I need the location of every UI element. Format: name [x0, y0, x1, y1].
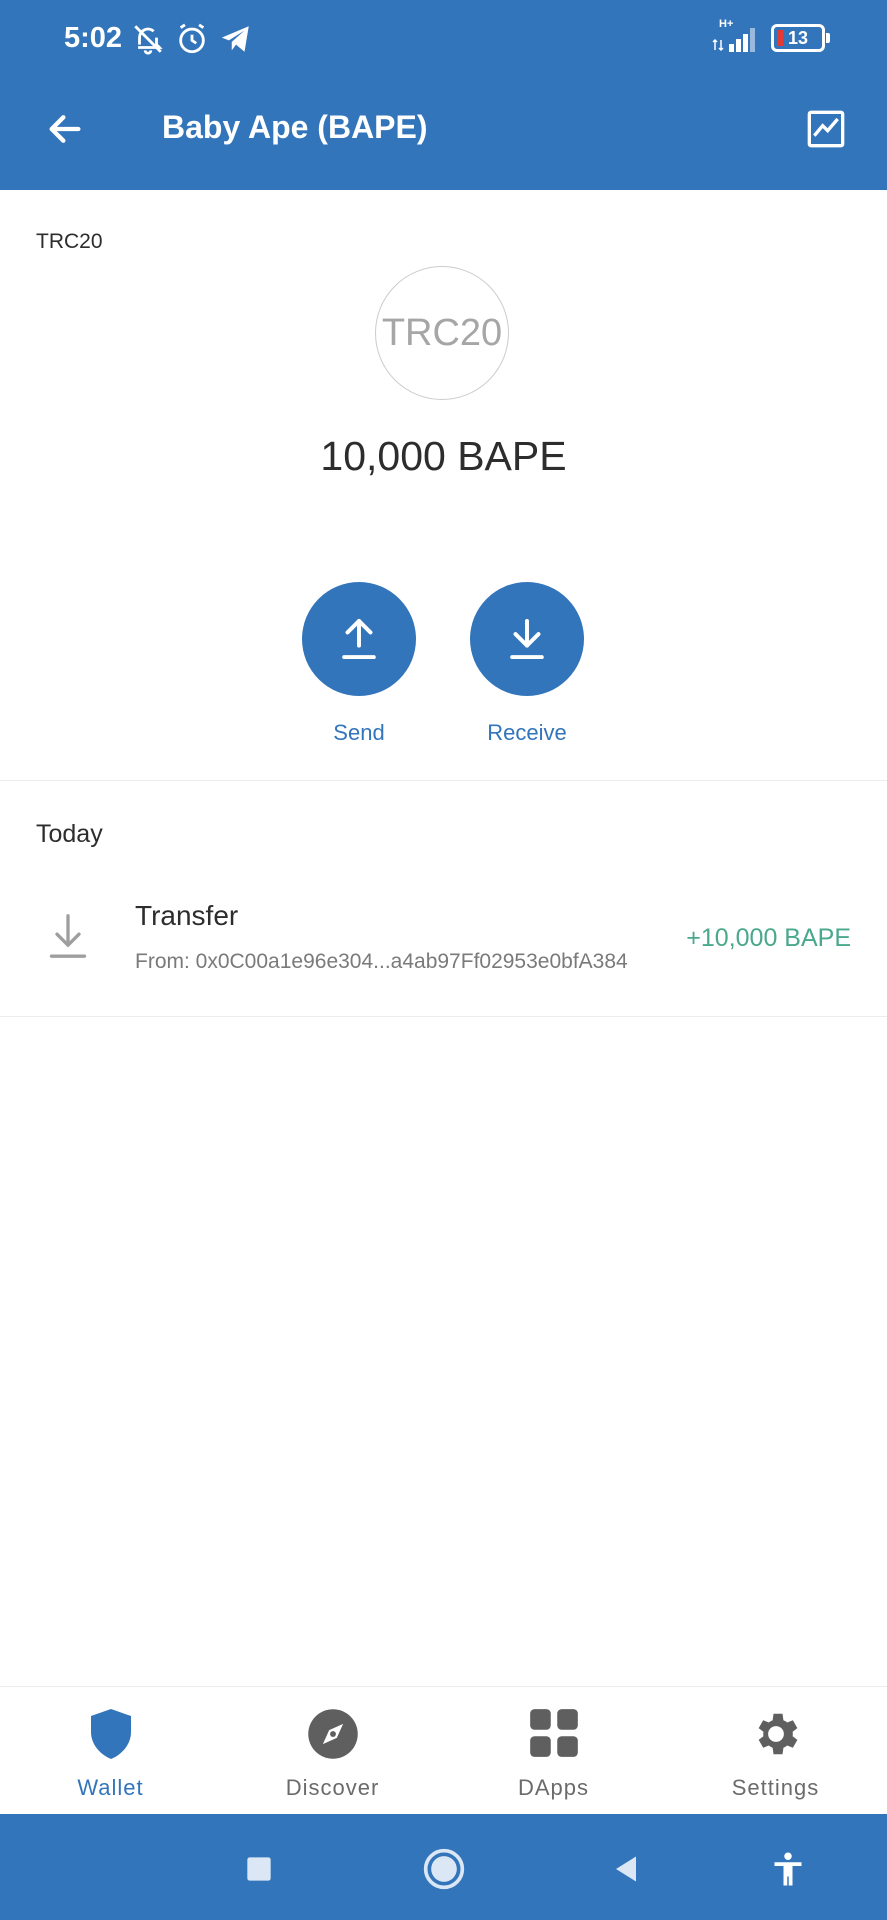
section-divider: [0, 780, 887, 781]
chart-icon: [807, 110, 845, 148]
incoming-transfer-icon: [49, 914, 87, 958]
history-date-header: Today: [36, 820, 103, 848]
home-button[interactable]: [419, 1844, 469, 1894]
send-label: Send: [333, 720, 385, 745]
circle-home-icon: [423, 1848, 465, 1890]
token-logo: TRC20: [375, 266, 509, 400]
transaction-row[interactable]: Transfer From: 0x0C00a1e96e304...a4ab97F…: [0, 880, 887, 1016]
row-divider: [0, 1016, 887, 1017]
bottom-navigation: Wallet Discover DApps Settings: [0, 1686, 887, 1815]
accessibility-icon: [774, 1852, 802, 1886]
compass-icon: [307, 1709, 358, 1759]
token-balance: 10,000 BAPE: [320, 433, 567, 479]
signal-icon: H+: [711, 18, 759, 54]
nav-settings[interactable]: Settings: [665, 1687, 886, 1815]
accessibility-button[interactable]: [763, 1844, 813, 1894]
upload-arrow-icon: [342, 618, 376, 660]
transaction-from-address: From: 0x0C00a1e96e304...a4ab97Ff02953e0b…: [135, 950, 628, 973]
telegram-icon: [221, 26, 249, 52]
token-standard-label: TRC20: [36, 230, 103, 253]
gear-icon: [758, 1713, 797, 1755]
app-header: 5:02 H+ 13 Baby Ape (BAPE): [0, 0, 887, 190]
download-arrow-icon: [510, 618, 544, 660]
shield-icon: [90, 1709, 131, 1759]
square-icon: [247, 1857, 271, 1881]
system-back-button[interactable]: [601, 1844, 651, 1894]
nav-wallet[interactable]: Wallet: [0, 1687, 221, 1815]
receive-button[interactable]: Receive: [457, 582, 597, 746]
recents-button[interactable]: [234, 1844, 284, 1894]
status-time: 5:02: [64, 22, 123, 54]
transaction-amount: +10,000 BAPE: [686, 924, 851, 952]
receive-label: Receive: [487, 720, 567, 745]
arrow-left-icon: [49, 115, 81, 143]
triangle-back-icon: [616, 1856, 636, 1882]
price-chart-button[interactable]: [801, 104, 851, 154]
nav-discover[interactable]: Discover: [222, 1687, 443, 1815]
status-bar: 5:02 H+ 13: [0, 0, 887, 80]
back-button[interactable]: [40, 104, 90, 154]
transaction-type: Transfer: [135, 900, 239, 931]
nav-dapps[interactable]: DApps: [443, 1687, 664, 1815]
page-title: Baby Ape (BAPE): [162, 109, 428, 145]
battery-icon: 13: [771, 24, 830, 52]
alarm-icon: [179, 23, 205, 54]
system-navigation-bar: [0, 1814, 887, 1920]
bell-muted-icon: [134, 25, 163, 55]
grid-icon: [529, 1709, 578, 1757]
send-button[interactable]: Send: [289, 582, 429, 746]
